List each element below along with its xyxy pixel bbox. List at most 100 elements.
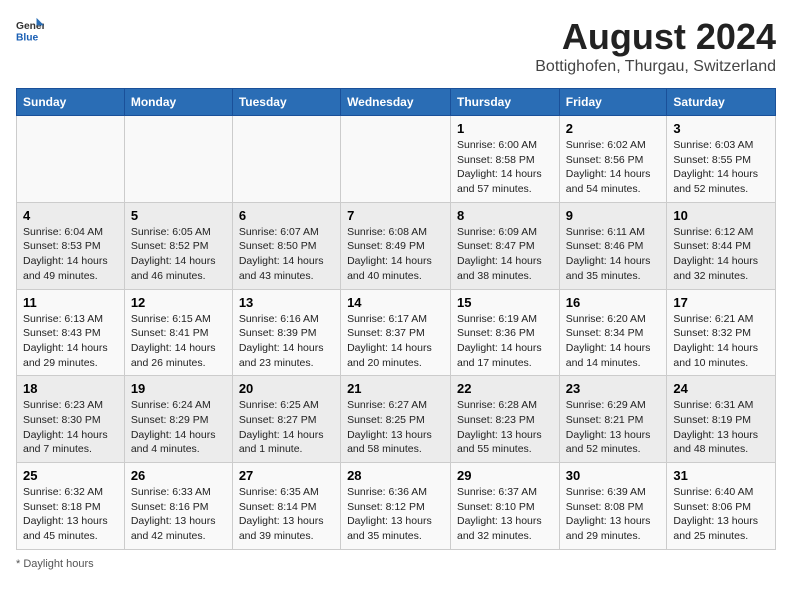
calendar-cell: 23Sunrise: 6:29 AM Sunset: 8:21 PM Dayli… xyxy=(559,376,667,463)
day-info: Sunrise: 6:07 AM Sunset: 8:50 PM Dayligh… xyxy=(239,225,334,284)
day-info: Sunrise: 6:12 AM Sunset: 8:44 PM Dayligh… xyxy=(673,225,769,284)
logo: General Blue xyxy=(16,16,44,44)
calendar-cell: 26 Sunrise: 6:33 AM Sunset: 8:16 PM Dayli… xyxy=(124,463,232,550)
day-info: Sunrise: 6:09 AM Sunset: 8:47 PM Dayligh… xyxy=(457,225,553,284)
day-info: Sunrise: 6:20 AM Sunset: 8:34 PM Dayligh… xyxy=(566,312,661,371)
calendar-cell: 10 Sunrise: 6:12 AM Sunset: 8:44 PM Dayli… xyxy=(667,202,776,289)
day-info: Sunrise: 6:24 AM Sunset: 8:29 PM Dayligh… xyxy=(131,398,226,457)
calendar-cell: 15Sunrise: 6:19 AM Sunset: 8:36 PM Dayli… xyxy=(451,289,560,376)
calendar-cell: 12 Sunrise: 6:15 AM Sunset: 8:41 PM Dayli… xyxy=(124,289,232,376)
day-info: Sunrise: 6:35 AM Sunset: 8:14 PM Dayligh… xyxy=(239,485,334,544)
day-info: Sunrise: 6:21 AM Sunset: 8:32 PM Dayligh… xyxy=(673,312,769,371)
day-number: 18 xyxy=(23,381,118,396)
calendar-cell: 3Sunrise: 6:03 AM Sunset: 8:55 PM Daylig… xyxy=(667,116,776,203)
day-number: 26 xyxy=(131,468,226,483)
calendar-cell: 20Sunrise: 6:25 AM Sunset: 8:27 PM Dayli… xyxy=(232,376,340,463)
day-number: 12 xyxy=(131,295,226,310)
header-cell-monday: Monday xyxy=(124,89,232,116)
day-info: Sunrise: 6:03 AM Sunset: 8:55 PM Dayligh… xyxy=(673,138,769,197)
calendar-cell: 8 Sunrise: 6:09 AM Sunset: 8:47 PM Daylig… xyxy=(451,202,560,289)
day-info: Sunrise: 6:29 AM Sunset: 8:21 PM Dayligh… xyxy=(566,398,661,457)
calendar-cell xyxy=(17,116,125,203)
day-number: 6 xyxy=(239,208,334,223)
calendar-cell xyxy=(124,116,232,203)
day-info: Sunrise: 6:11 AM Sunset: 8:46 PM Dayligh… xyxy=(566,225,661,284)
day-number: 17 xyxy=(673,295,769,310)
day-info: Sunrise: 6:28 AM Sunset: 8:23 PM Dayligh… xyxy=(457,398,553,457)
calendar-cell: 1 Sunrise: 6:00 AM Sunset: 8:58 PM Daylig… xyxy=(451,116,560,203)
day-number: 25 xyxy=(23,468,118,483)
day-number: 7 xyxy=(347,208,444,223)
header-cell-friday: Friday xyxy=(559,89,667,116)
week-row-5: 25Sunrise: 6:32 AM Sunset: 8:18 PM Dayli… xyxy=(17,463,776,550)
day-info: Sunrise: 6:02 AM Sunset: 8:56 PM Dayligh… xyxy=(566,138,661,197)
day-number: 10 xyxy=(673,208,769,223)
header-cell-sunday: Sunday xyxy=(17,89,125,116)
week-row-1: 1 Sunrise: 6:00 AM Sunset: 8:58 PM Daylig… xyxy=(17,116,776,203)
day-info: Sunrise: 6:15 AM Sunset: 8:41 PM Dayligh… xyxy=(131,312,226,371)
header-row: SundayMondayTuesdayWednesdayThursdayFrid… xyxy=(17,89,776,116)
calendar-cell xyxy=(232,116,340,203)
day-info: Sunrise: 6:31 AM Sunset: 8:19 PM Dayligh… xyxy=(673,398,769,457)
header: General Blue August 2024 Bottighofen, Th… xyxy=(16,16,776,76)
calendar-cell: 5Sunrise: 6:05 AM Sunset: 8:52 PM Daylig… xyxy=(124,202,232,289)
calendar-header: SundayMondayTuesdayWednesdayThursdayFrid… xyxy=(17,89,776,116)
calendar-cell: 7 Sunrise: 6:08 AM Sunset: 8:49 PM Daylig… xyxy=(341,202,451,289)
calendar-cell: 19Sunrise: 6:24 AM Sunset: 8:29 PM Dayli… xyxy=(124,376,232,463)
day-number: 21 xyxy=(347,381,444,396)
day-number: 27 xyxy=(239,468,334,483)
calendar-cell: 11Sunrise: 6:13 AM Sunset: 8:43 PM Dayli… xyxy=(17,289,125,376)
day-info: Sunrise: 6:33 AM Sunset: 8:16 PM Dayligh… xyxy=(131,485,226,544)
calendar-table: SundayMondayTuesdayWednesdayThursdayFrid… xyxy=(16,88,776,550)
page-subtitle: Bottighofen, Thurgau, Switzerland xyxy=(535,58,776,76)
week-row-2: 4 Sunrise: 6:04 AM Sunset: 8:53 PM Daylig… xyxy=(17,202,776,289)
day-number: 16 xyxy=(566,295,661,310)
day-number: 1 xyxy=(457,121,553,136)
calendar-cell: 13Sunrise: 6:16 AM Sunset: 8:39 PM Dayli… xyxy=(232,289,340,376)
calendar-cell: 14Sunrise: 6:17 AM Sunset: 8:37 PM Dayli… xyxy=(341,289,451,376)
day-number: 4 xyxy=(23,208,118,223)
header-cell-tuesday: Tuesday xyxy=(232,89,340,116)
day-info: Sunrise: 6:36 AM Sunset: 8:12 PM Dayligh… xyxy=(347,485,444,544)
calendar-cell: 25Sunrise: 6:32 AM Sunset: 8:18 PM Dayli… xyxy=(17,463,125,550)
calendar-cell: 2 Sunrise: 6:02 AM Sunset: 8:56 PM Daylig… xyxy=(559,116,667,203)
svg-text:Blue: Blue xyxy=(16,32,39,43)
day-number: 11 xyxy=(23,295,118,310)
day-info: Sunrise: 6:08 AM Sunset: 8:49 PM Dayligh… xyxy=(347,225,444,284)
week-row-4: 18 Sunrise: 6:23 AM Sunset: 8:30 PM Dayli… xyxy=(17,376,776,463)
day-number: 8 xyxy=(457,208,553,223)
day-info: Sunrise: 6:37 AM Sunset: 8:10 PM Dayligh… xyxy=(457,485,553,544)
day-number: 24 xyxy=(673,381,769,396)
header-cell-wednesday: Wednesday xyxy=(341,89,451,116)
day-info: Sunrise: 6:23 AM Sunset: 8:30 PM Dayligh… xyxy=(23,398,118,457)
page-title: August 2024 xyxy=(535,16,776,58)
calendar-cell: 22 Sunrise: 6:28 AM Sunset: 8:23 PM Dayli… xyxy=(451,376,560,463)
day-number: 15 xyxy=(457,295,553,310)
title-area: August 2024 Bottighofen, Thurgau, Switze… xyxy=(535,16,776,76)
calendar-cell: 31Sunrise: 6:40 AM Sunset: 8:06 PM Dayli… xyxy=(667,463,776,550)
week-row-3: 11Sunrise: 6:13 AM Sunset: 8:43 PM Dayli… xyxy=(17,289,776,376)
calendar-body: 1 Sunrise: 6:00 AM Sunset: 8:58 PM Daylig… xyxy=(17,116,776,550)
calendar-cell: 29 Sunrise: 6:37 AM Sunset: 8:10 PM Dayli… xyxy=(451,463,560,550)
day-number: 22 xyxy=(457,381,553,396)
calendar-cell: 9 Sunrise: 6:11 AM Sunset: 8:46 PM Daylig… xyxy=(559,202,667,289)
calendar-cell: 17 Sunrise: 6:21 AM Sunset: 8:32 PM Dayli… xyxy=(667,289,776,376)
day-number: 9 xyxy=(566,208,661,223)
calendar-cell: 27 Sunrise: 6:35 AM Sunset: 8:14 PM Dayli… xyxy=(232,463,340,550)
day-info: Sunrise: 6:05 AM Sunset: 8:52 PM Dayligh… xyxy=(131,225,226,284)
header-cell-saturday: Saturday xyxy=(667,89,776,116)
day-info: Sunrise: 6:25 AM Sunset: 8:27 PM Dayligh… xyxy=(239,398,334,457)
calendar-cell: 18 Sunrise: 6:23 AM Sunset: 8:30 PM Dayli… xyxy=(17,376,125,463)
day-info: Sunrise: 6:16 AM Sunset: 8:39 PM Dayligh… xyxy=(239,312,334,371)
calendar-cell: 6 Sunrise: 6:07 AM Sunset: 8:50 PM Daylig… xyxy=(232,202,340,289)
day-info: Sunrise: 6:04 AM Sunset: 8:53 PM Dayligh… xyxy=(23,225,118,284)
day-info: Sunrise: 6:00 AM Sunset: 8:58 PM Dayligh… xyxy=(457,138,553,197)
calendar-cell: 16 Sunrise: 6:20 AM Sunset: 8:34 PM Dayli… xyxy=(559,289,667,376)
day-number: 29 xyxy=(457,468,553,483)
day-info: Sunrise: 6:40 AM Sunset: 8:06 PM Dayligh… xyxy=(673,485,769,544)
day-number: 30 xyxy=(566,468,661,483)
calendar-cell: 4 Sunrise: 6:04 AM Sunset: 8:53 PM Daylig… xyxy=(17,202,125,289)
day-info: Sunrise: 6:17 AM Sunset: 8:37 PM Dayligh… xyxy=(347,312,444,371)
day-number: 2 xyxy=(566,121,661,136)
calendar-cell xyxy=(341,116,451,203)
